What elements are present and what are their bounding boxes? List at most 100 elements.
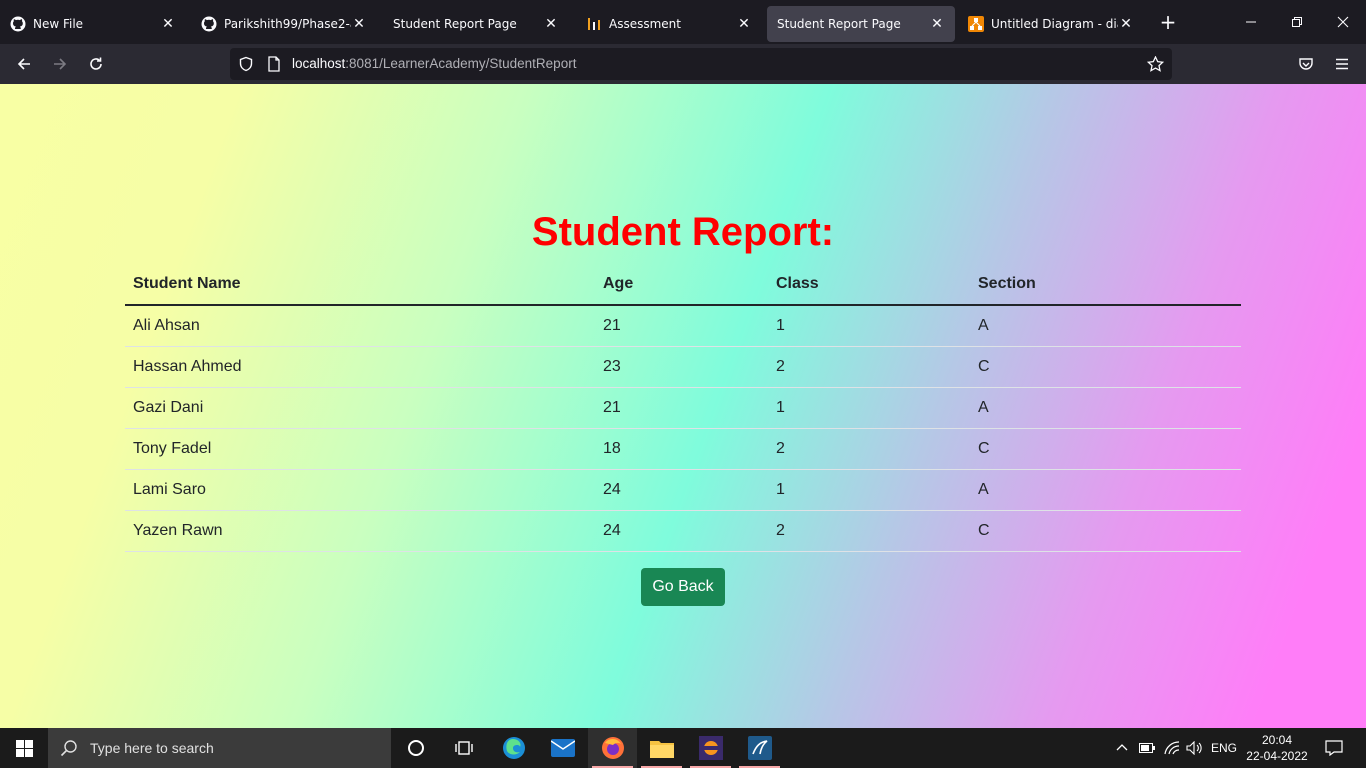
class-cell: 2 bbox=[768, 428, 970, 470]
close-icon[interactable]: ✕ bbox=[351, 16, 367, 32]
search-placeholder: Type here to search bbox=[90, 740, 214, 756]
page-icon[interactable] bbox=[267, 56, 281, 76]
page-content: Student Report: Student Name Age Class S… bbox=[0, 84, 1366, 728]
github-icon bbox=[201, 16, 217, 32]
student-name-cell: Hassan Ahmed bbox=[125, 346, 595, 388]
table-row: Yazen Rawn 24 2 C bbox=[125, 510, 1241, 552]
mysql-workbench-icon[interactable] bbox=[735, 728, 784, 768]
tab-title: Student Report Page bbox=[777, 17, 901, 31]
minimize-icon[interactable] bbox=[1228, 0, 1274, 44]
address-bar[interactable]: localhost:8081/LearnerAcademy/StudentRep… bbox=[230, 48, 1172, 80]
url-text[interactable]: localhost:8081/LearnerAcademy/StudentRep… bbox=[292, 56, 576, 71]
table-row: Lami Saro 24 1 A bbox=[125, 469, 1241, 511]
wifi-icon[interactable] bbox=[1162, 728, 1182, 768]
student-name-cell: Lami Saro bbox=[125, 469, 595, 511]
close-icon[interactable]: ✕ bbox=[929, 16, 945, 32]
class-cell: 2 bbox=[768, 510, 970, 552]
column-header-class: Class bbox=[768, 264, 970, 306]
drawio-icon bbox=[968, 16, 984, 32]
class-cell: 2 bbox=[768, 346, 970, 388]
class-cell: 1 bbox=[768, 305, 970, 347]
language-indicator[interactable]: ENG bbox=[1208, 728, 1240, 768]
age-cell: 24 bbox=[595, 510, 768, 552]
search-icon bbox=[60, 739, 78, 757]
student-name-cell: Gazi Dani bbox=[125, 387, 595, 429]
section-cell: A bbox=[970, 387, 1241, 429]
student-name-cell: Ali Ahsan bbox=[125, 305, 595, 347]
tab-title: Untitled Diagram - diagra bbox=[991, 17, 1118, 31]
edge-browser-icon[interactable] bbox=[490, 728, 538, 768]
browser-nav-bar: localhost:8081/LearnerAcademy/StudentRep… bbox=[0, 44, 1366, 84]
student-name-cell: Tony Fadel bbox=[125, 428, 595, 470]
tab-student-report-active[interactable]: Student Report Page ✕ bbox=[767, 6, 955, 42]
clock-time: 20:04 bbox=[1261, 733, 1293, 747]
taskbar-clock[interactable]: 20:04 22-04-2022 bbox=[1240, 732, 1314, 764]
table-row: Tony Fadel 18 2 C bbox=[125, 428, 1241, 470]
close-icon[interactable]: ✕ bbox=[736, 16, 752, 32]
url-host: localhost bbox=[292, 56, 346, 71]
table-header-row: Student Name Age Class Section bbox=[125, 264, 1241, 306]
volume-icon[interactable] bbox=[1185, 728, 1205, 768]
class-cell: 1 bbox=[768, 387, 970, 429]
back-arrow-icon[interactable] bbox=[12, 52, 36, 76]
close-icon[interactable]: ✕ bbox=[160, 16, 176, 32]
page-title: Student Report: bbox=[531, 210, 835, 254]
github-icon bbox=[10, 16, 26, 32]
table-row: Hassan Ahmed 23 2 C bbox=[125, 346, 1241, 388]
tab-title: Assessment bbox=[609, 17, 681, 31]
tab-drawio[interactable]: Untitled Diagram - diagra ✕ bbox=[958, 6, 1144, 42]
tab-title: Student Report Page bbox=[393, 17, 517, 31]
star-icon[interactable] bbox=[1146, 55, 1165, 76]
clock-date: 22-04-2022 bbox=[1246, 749, 1308, 763]
tab-github-repo[interactable]: Parikshith99/Phase2-asse ✕ bbox=[191, 6, 377, 42]
pocket-icon[interactable] bbox=[1294, 52, 1318, 76]
tab-new-file[interactable]: New File ✕ bbox=[0, 6, 186, 42]
section-cell: C bbox=[970, 428, 1241, 470]
browser-tab-bar: New File ✕ Parikshith99/Phase2-asse ✕ St… bbox=[0, 0, 1366, 44]
url-path: :8081/LearnerAcademy/StudentReport bbox=[345, 56, 577, 71]
age-cell: 21 bbox=[595, 387, 768, 429]
forward-arrow-icon[interactable] bbox=[48, 52, 72, 76]
cortana-icon[interactable] bbox=[392, 728, 440, 768]
age-cell: 18 bbox=[595, 428, 768, 470]
windows-start-icon[interactable] bbox=[0, 728, 48, 768]
new-tab-plus-icon[interactable]: + bbox=[1158, 12, 1178, 32]
reload-icon[interactable] bbox=[84, 52, 108, 76]
age-cell: 21 bbox=[595, 305, 768, 347]
shield-icon[interactable] bbox=[238, 56, 254, 76]
age-cell: 23 bbox=[595, 346, 768, 388]
firefox-icon[interactable] bbox=[588, 728, 637, 768]
windows-taskbar: Type here to search ENG 20:04 22-04-2022 bbox=[0, 728, 1366, 768]
student-name-cell: Yazen Rawn bbox=[125, 510, 595, 552]
hamburger-menu-icon[interactable] bbox=[1330, 52, 1354, 76]
go-back-button[interactable]: Go Back bbox=[641, 568, 725, 606]
window-close-icon[interactable] bbox=[1320, 0, 1366, 44]
battery-icon[interactable] bbox=[1137, 728, 1157, 768]
section-cell: C bbox=[970, 346, 1241, 388]
section-cell: A bbox=[970, 469, 1241, 511]
close-icon[interactable]: ✕ bbox=[543, 16, 559, 32]
close-icon[interactable]: ✕ bbox=[1118, 16, 1134, 32]
column-header-section: Section bbox=[970, 264, 1241, 306]
section-cell: C bbox=[970, 510, 1241, 552]
task-view-icon[interactable] bbox=[440, 728, 488, 768]
tab-title: New File bbox=[33, 17, 84, 31]
file-explorer-icon[interactable] bbox=[637, 728, 686, 768]
taskbar-search-box[interactable]: Type here to search bbox=[48, 728, 391, 768]
student-report-table: Student Name Age Class Section Ali Ahsan… bbox=[125, 264, 1241, 552]
column-header-student-name: Student Name bbox=[125, 264, 595, 306]
mail-icon[interactable] bbox=[539, 728, 587, 768]
class-cell: 1 bbox=[768, 469, 970, 511]
column-header-age: Age bbox=[595, 264, 768, 306]
restore-icon[interactable] bbox=[1274, 0, 1320, 44]
eclipse-ide-icon[interactable] bbox=[686, 728, 735, 768]
tab-assessment[interactable]: Assessment ✕ bbox=[576, 6, 762, 42]
tab-title: Parikshith99/Phase2-asse bbox=[224, 17, 351, 31]
chevron-up-icon[interactable] bbox=[1112, 728, 1132, 768]
tab-student-report-1[interactable]: Student Report Page ✕ bbox=[383, 6, 569, 42]
section-cell: A bbox=[970, 305, 1241, 347]
notification-icon[interactable] bbox=[1318, 728, 1350, 768]
bar-chart-icon bbox=[586, 16, 602, 32]
age-cell: 24 bbox=[595, 469, 768, 511]
table-row: Ali Ahsan 21 1 A bbox=[125, 305, 1241, 347]
